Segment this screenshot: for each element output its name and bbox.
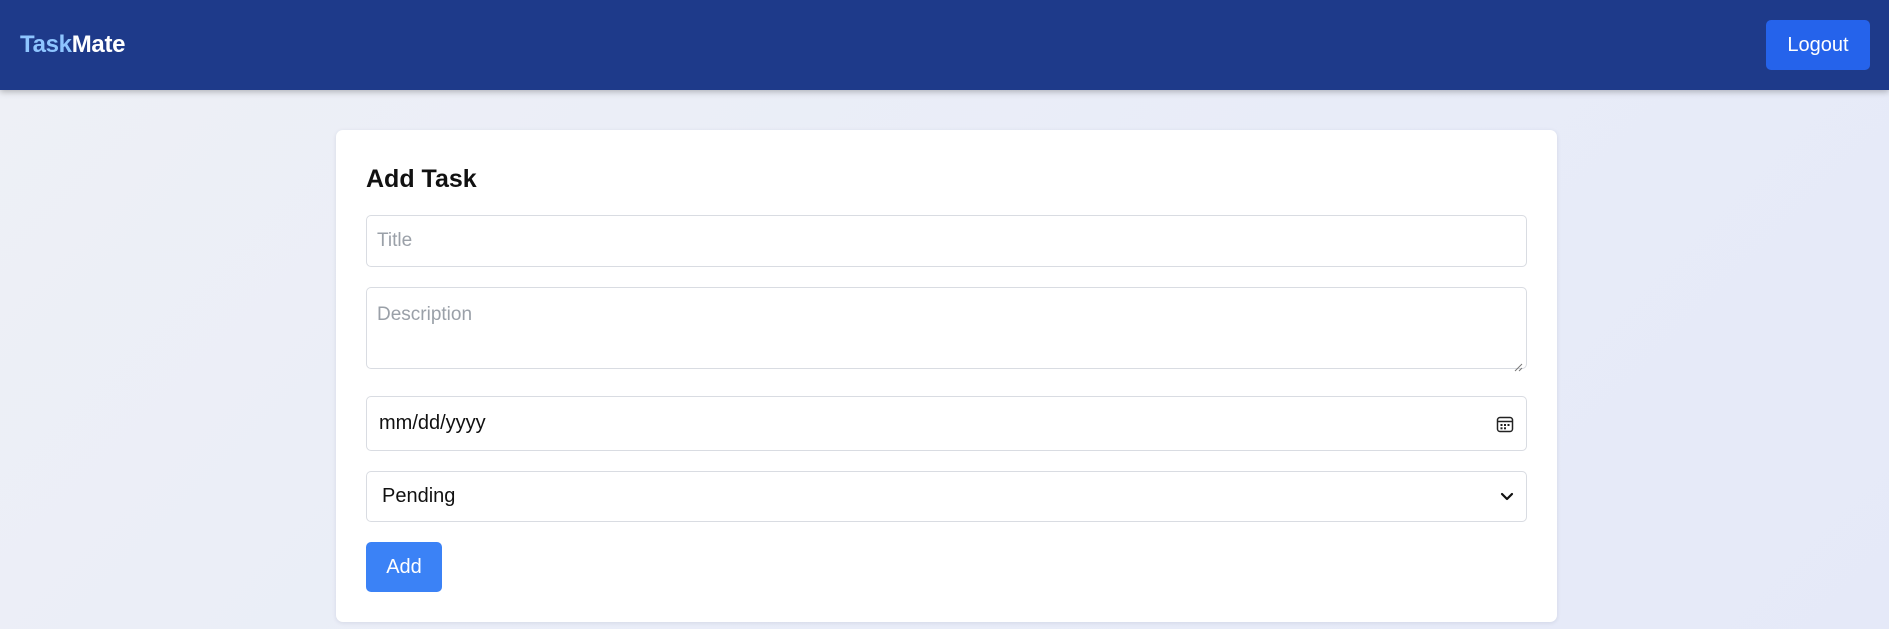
brand-logo[interactable]: TaskMate <box>20 31 126 59</box>
status-select[interactable]: Pending <box>366 471 1527 522</box>
chevron-down-icon <box>1500 492 1514 502</box>
brand-name-part2: Mate <box>71 31 126 58</box>
date-value: mm/dd/yyyy <box>379 412 486 434</box>
description-textarea[interactable]: Description <box>366 287 1527 372</box>
logout-button[interactable]: Logout <box>1766 20 1870 70</box>
brand-name-part1: Task <box>20 31 72 58</box>
title-placeholder: Title <box>377 230 413 251</box>
page-title: Add Task <box>366 165 477 193</box>
status-selected-value: Pending <box>382 485 456 507</box>
calendar-icon[interactable] <box>1496 415 1514 433</box>
title-input[interactable]: Title <box>366 215 1527 267</box>
add-task-button[interactable]: Add <box>366 542 442 592</box>
due-date-input[interactable]: mm/dd/yyyy <box>366 396 1527 451</box>
top-navbar: TaskMate Logout <box>0 0 1889 90</box>
add-task-card: Add Task Title Description mm/dd/yyyy Pe… <box>336 130 1557 622</box>
resize-handle-icon[interactable] <box>1513 355 1523 372</box>
description-placeholder: Description <box>377 304 473 325</box>
